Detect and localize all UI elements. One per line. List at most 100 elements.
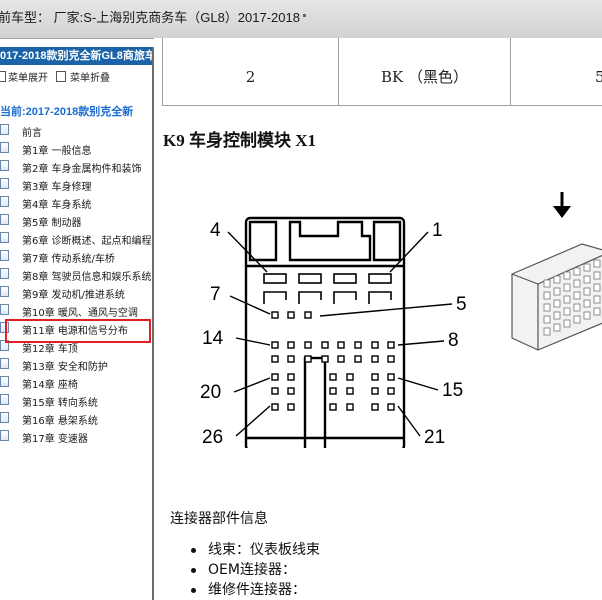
terminal-pin-1 [368, 273, 392, 284]
leader-14 [235, 337, 271, 346]
cavity-3d [563, 271, 571, 280]
hook-terminal-4 [368, 291, 392, 304]
tree-item[interactable]: 第9章 发动机/推进系统 [0, 284, 152, 300]
center-key [303, 356, 327, 448]
cavity-3d [543, 303, 551, 312]
small-terminal [287, 341, 295, 349]
tree-item[interactable]: 第7章 传动系统/车桥 [0, 248, 152, 264]
pin-label-15: 15 [442, 380, 463, 401]
small-terminal [287, 387, 295, 395]
pin-number-cell: 2 [163, 38, 339, 105]
small-terminal [337, 355, 345, 363]
small-terminal [287, 355, 295, 363]
tree-item[interactable]: 第13章 安全和防护 [0, 356, 152, 372]
tree-item-label: 第2章 车身金属构件和装饰 [22, 164, 142, 174]
cavity-3d [553, 311, 561, 320]
connector-info-title: 连接器部件信息 [170, 511, 268, 527]
document-icon [0, 358, 9, 369]
tree-item-label: 第8章 驾驶员信息和娱乐系统 [22, 272, 152, 282]
tree-item-label: 第4章 车身系统 [22, 200, 92, 210]
sidebar: 017-2018款别克全新GL8商旅车 菜单展开 菜单折叠 当前:2017-20… [0, 47, 152, 600]
small-terminal [371, 341, 379, 349]
tree-item[interactable]: 第16章 悬架系统 [0, 410, 152, 426]
small-terminal [271, 403, 279, 411]
cavity-3d [593, 295, 601, 304]
cavity-3d [563, 307, 571, 316]
document-icon [0, 376, 9, 387]
pin-label-8: 8 [448, 330, 459, 351]
cavity-3d [553, 299, 561, 308]
cavity-3d [563, 295, 571, 304]
info-bullet: 维修件连接器： [188, 580, 320, 600]
tree-item[interactable]: 第5章 制动器 [0, 212, 152, 228]
tree-item-label: 第15章 转向系统 [22, 398, 98, 408]
pin-label-14: 14 [202, 328, 224, 349]
document-icon [0, 196, 9, 207]
cavity-3d [583, 287, 591, 296]
cavity-3d [553, 287, 561, 296]
tree-item-label: 前言 [22, 128, 42, 138]
cavity-3d [593, 271, 601, 280]
tree-item[interactable]: 第8章 驾驶员信息和娱乐系统 [0, 266, 152, 282]
small-terminal [387, 403, 395, 411]
small-terminal [304, 355, 312, 363]
leader-26 [235, 405, 271, 437]
small-terminal [287, 311, 295, 319]
tree-item[interactable]: 第15章 转向系统 [0, 392, 152, 408]
collapse-menu-button[interactable]: 菜单折叠 [70, 69, 110, 84]
info-bullet: 线束：仪表板线束 [188, 540, 320, 560]
circuit-cell: 598 [595, 68, 602, 86]
tree-item-label: 第6章 诊断概述、起点和编程 [22, 236, 152, 246]
tree-item-label: 第3章 车身修理 [22, 182, 92, 192]
terminal-pin-4 [263, 273, 287, 284]
selected-item-highlight [5, 319, 151, 343]
pin-label-26: 26 [202, 427, 223, 448]
tree-item-label: 第1章 一般信息 [22, 146, 92, 156]
small-terminal [287, 403, 295, 411]
cavity-3d [583, 263, 591, 272]
cavity-3d [543, 315, 551, 324]
small-terminal [387, 355, 395, 363]
document-icon [0, 232, 9, 243]
expand-menu-button[interactable]: 菜单展开 [8, 69, 48, 84]
tree-item[interactable]: 第10章 暖风、通风与空调 [0, 302, 152, 318]
cavity-3d [563, 319, 571, 328]
tree-item[interactable]: 第4章 车身系统 [0, 194, 152, 210]
tree-item-label: 第16章 悬架系统 [22, 416, 98, 426]
tree-item[interactable]: 第2章 车身金属构件和装饰 [0, 158, 152, 174]
right-latch [372, 220, 402, 262]
document-icon [0, 214, 9, 225]
tree-item[interactable]: 第6章 诊断概述、起点和编程 [0, 230, 152, 246]
small-terminal [287, 373, 295, 381]
content-pane: 2 BK （黑色） 598 K9 车身控制模块 X1 4 [154, 38, 602, 600]
leader-1 [389, 231, 429, 273]
pin-table: 2 BK （黑色） 598 [162, 38, 602, 106]
cavity-3d [593, 259, 601, 268]
cavity-3d [583, 311, 591, 320]
collapse-icon[interactable] [56, 71, 66, 82]
document-icon [0, 268, 9, 279]
tree-item-label: 第13章 安全和防护 [22, 362, 108, 372]
cavity-3d [573, 291, 581, 300]
expand-icon[interactable] [0, 71, 6, 82]
small-terminal [387, 341, 395, 349]
small-terminal [271, 355, 279, 363]
cavity-3d [593, 283, 601, 292]
cavity-3d [593, 307, 601, 316]
document-icon [0, 304, 9, 315]
connector-diagram: 4 1 7 5 14 8 20 15 26 21 [200, 192, 602, 448]
tree-item[interactable]: 第17章 变速器 [0, 428, 152, 444]
tree-item[interactable]: 第3章 车身修理 [0, 176, 152, 192]
small-terminal [387, 373, 395, 381]
pin-label-7: 7 [210, 284, 221, 305]
tree-item[interactable]: 第1章 一般信息 [0, 140, 152, 156]
pin-label-1: 1 [432, 220, 443, 241]
small-terminal [329, 373, 337, 381]
small-terminal [329, 387, 337, 395]
tree-item[interactable]: 前言 [0, 122, 152, 138]
small-terminal [371, 355, 379, 363]
document-icon [0, 178, 9, 189]
insert-arrow-head [553, 206, 571, 218]
connector-info-list: 线束：仪表板线束 OEM连接器： 维修件连接器： [188, 540, 320, 600]
tree-item[interactable]: 第14章 座椅 [0, 374, 152, 390]
